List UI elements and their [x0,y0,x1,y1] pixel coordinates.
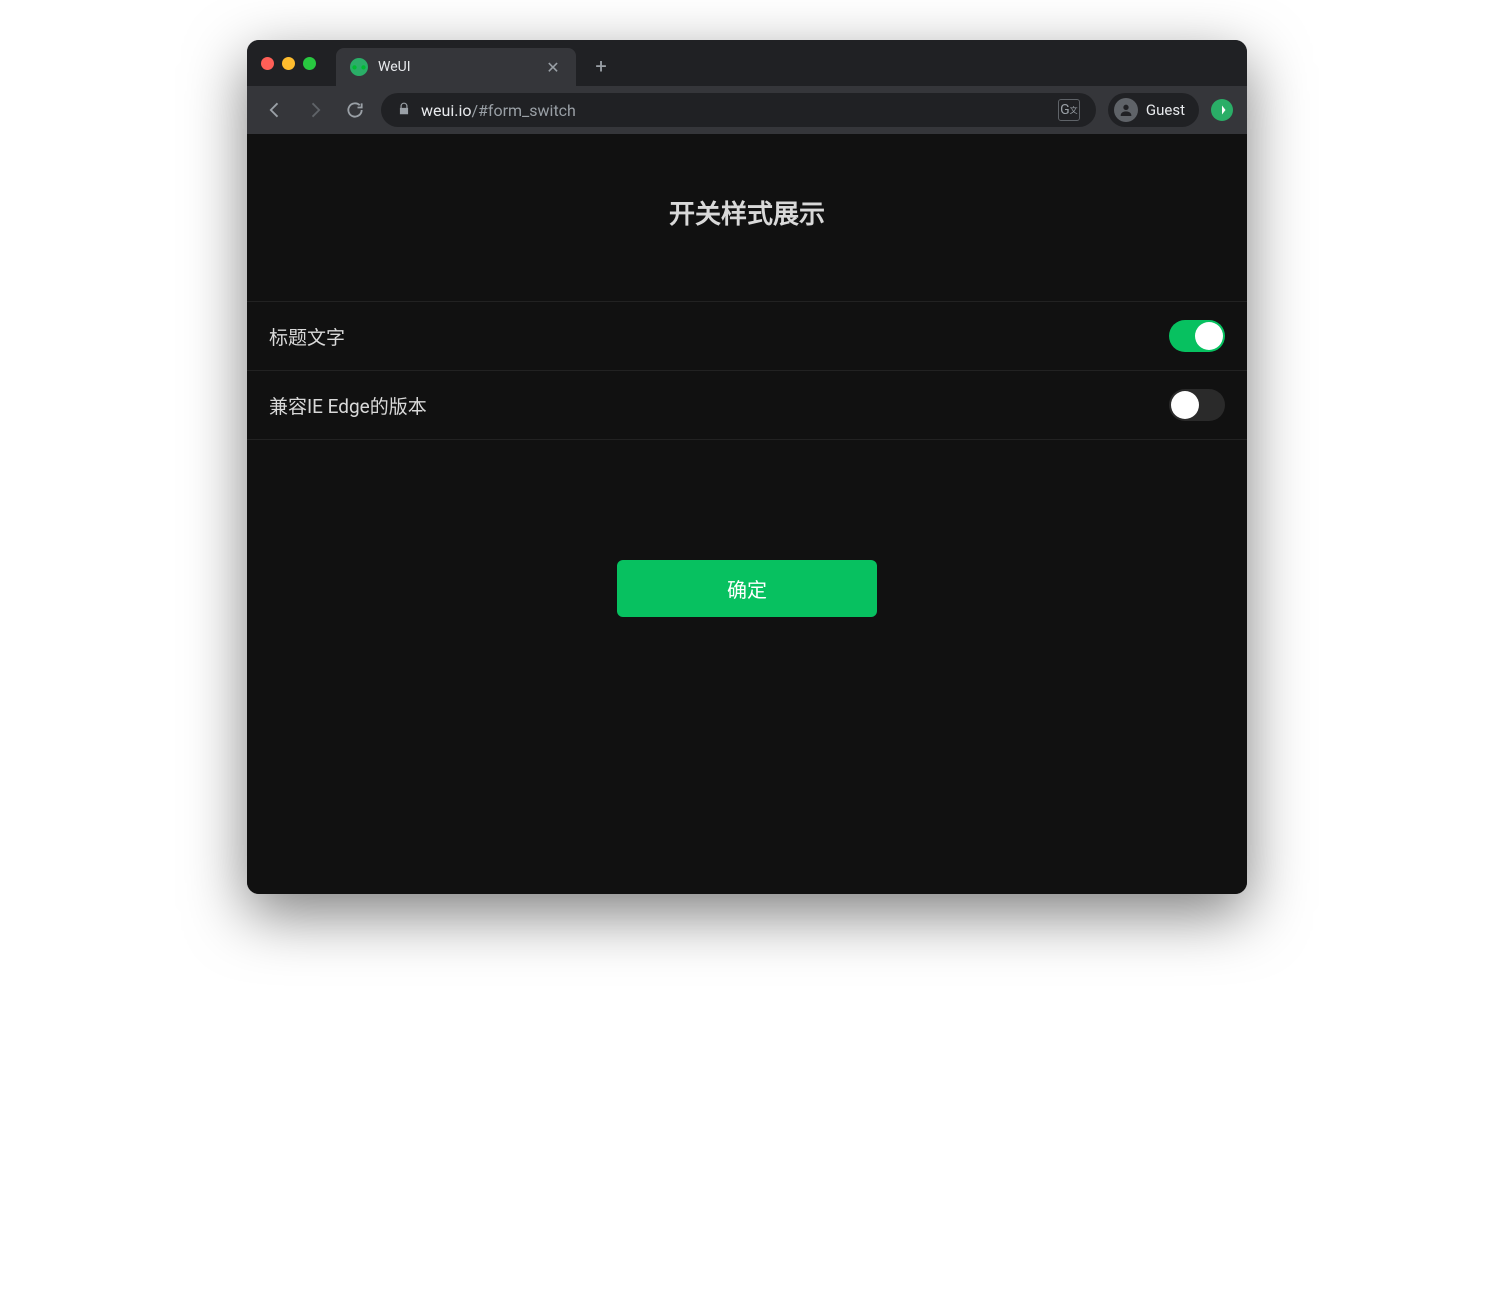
new-tab-button[interactable]: + [586,51,616,81]
reload-button[interactable] [341,96,369,124]
extension-icon[interactable] [1211,99,1233,121]
browser-tab[interactable]: WeUI ✕ [336,48,576,86]
translate-icon[interactable]: G文 [1058,99,1080,121]
switch-knob [1171,391,1199,419]
url-text: weui.io/#form_switch [421,101,576,120]
tab-strip: WeUI ✕ + [247,40,1247,86]
switch-toggle-ie-edge[interactable] [1169,389,1225,421]
close-tab-button[interactable]: ✕ [544,58,562,76]
profile-chip[interactable]: Guest [1108,93,1199,127]
url-domain: weui.io [421,101,471,120]
url-path: /#form_switch [471,101,575,120]
page-content: 开关样式展示 标题文字 兼容IE Edge的版本 确定 [247,134,1247,894]
button-area: 确定 [247,440,1247,657]
address-bar[interactable]: weui.io/#form_switch G文 [381,93,1096,127]
switch-row: 标题文字 [247,302,1247,371]
switch-label: 兼容IE Edge的版本 [269,392,427,419]
minimize-window-button[interactable] [282,57,295,70]
switch-row: 兼容IE Edge的版本 [247,371,1247,440]
close-window-button[interactable] [261,57,274,70]
browser-window: WeUI ✕ + weui.io/#form_switch G文 [247,40,1247,894]
confirm-button[interactable]: 确定 [617,560,877,617]
switch-list: 标题文字 兼容IE Edge的版本 [247,301,1247,440]
avatar-icon [1114,98,1138,122]
switch-toggle-title[interactable] [1169,320,1225,352]
back-button[interactable] [261,96,289,124]
browser-toolbar: weui.io/#form_switch G文 Guest [247,86,1247,134]
maximize-window-button[interactable] [303,57,316,70]
window-controls [261,57,316,70]
wechat-icon [350,58,368,76]
switch-label: 标题文字 [269,323,345,350]
tab-title: WeUI [378,59,534,75]
forward-button[interactable] [301,96,329,124]
profile-label: Guest [1146,101,1185,119]
page-title: 开关样式展示 [247,134,1247,301]
lock-icon [397,101,411,120]
switch-knob [1195,322,1223,350]
